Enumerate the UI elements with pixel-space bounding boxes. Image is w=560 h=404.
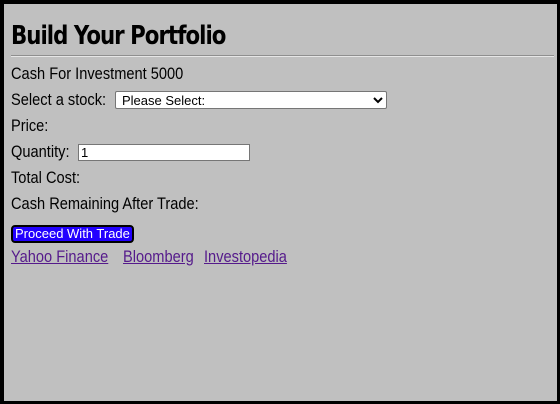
cash-row: Cash For Investment 5000 xyxy=(11,61,556,87)
cash-text: Cash For Investment 5000 xyxy=(11,61,183,87)
quantity-input[interactable] xyxy=(78,143,250,161)
price-label: Price: xyxy=(11,116,49,135)
price-row: Price: xyxy=(11,113,556,139)
total-cost-label: Total Cost: xyxy=(11,168,81,187)
resource-links: Yahoo Finance Bloomberg Investopedia xyxy=(11,245,556,269)
yahoo-finance-link[interactable]: Yahoo Finance xyxy=(11,244,108,270)
stock-select[interactable]: Please Select: xyxy=(115,91,387,109)
title-divider xyxy=(11,55,554,57)
bloomberg-link[interactable]: Bloomberg xyxy=(123,244,194,270)
link-wrapper-yahoo: Yahoo Finance xyxy=(11,244,118,270)
investopedia-link[interactable]: Investopedia xyxy=(204,244,287,270)
portfolio-form: Build Your Portfolio Cash For Investment… xyxy=(11,4,556,269)
page-frame: Build Your Portfolio Cash For Investment… xyxy=(0,0,560,404)
proceed-row: Proceed With Trade xyxy=(11,223,556,245)
quantity-row: Quantity: xyxy=(11,139,556,165)
cash-label: Cash For Investment xyxy=(11,64,147,83)
cash-remaining-row: Cash Remaining After Trade: xyxy=(11,191,556,217)
link-wrapper-bloomberg: Bloomberg xyxy=(123,244,199,270)
stock-label: Select a stock: xyxy=(11,90,107,109)
quantity-label: Quantity: xyxy=(11,142,70,161)
cash-remaining-label: Cash Remaining After Trade: xyxy=(11,194,199,213)
page-title: Build Your Portfolio xyxy=(11,21,226,51)
cash-amount: 5000 xyxy=(150,64,184,83)
stock-row: Select a stock: Please Select: xyxy=(11,87,556,113)
total-cost-row: Total Cost: xyxy=(11,165,556,191)
link-wrapper-investopedia: Investopedia xyxy=(204,244,294,270)
proceed-with-trade-button[interactable]: Proceed With Trade xyxy=(11,225,134,243)
